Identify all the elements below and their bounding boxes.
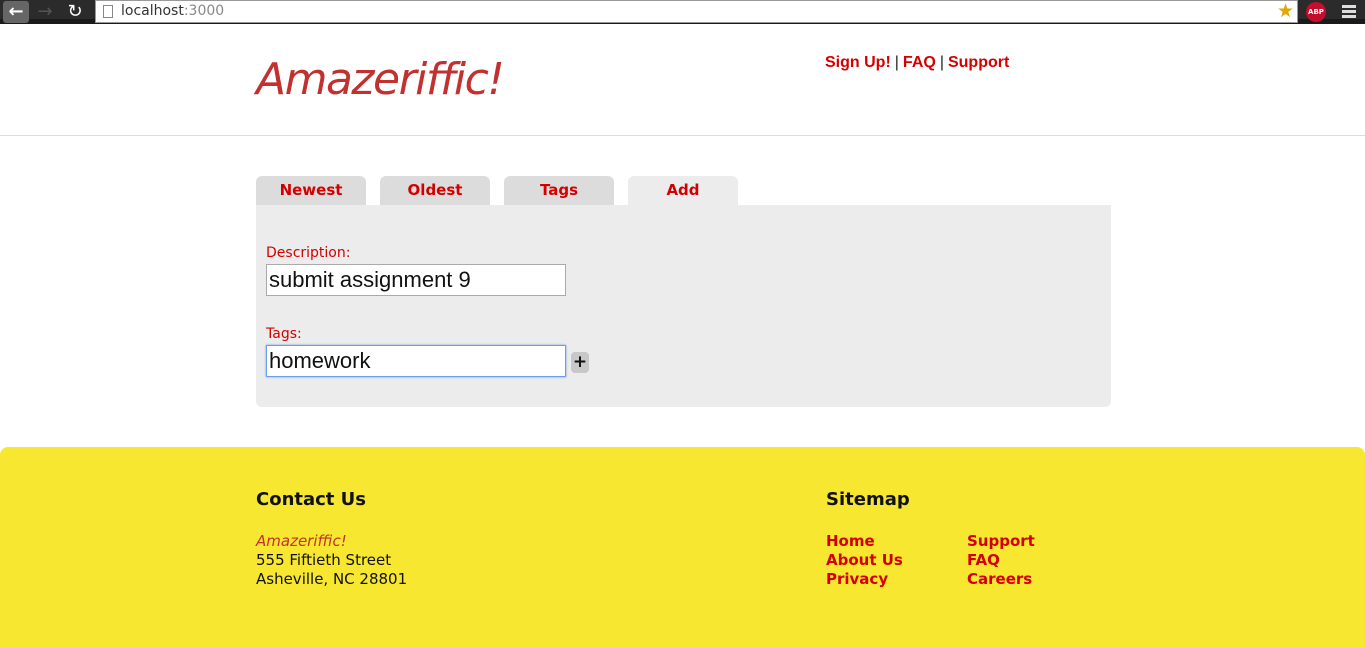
sitemap-privacy-link[interactable]: Privacy (826, 570, 903, 589)
sitemap-faq-link[interactable]: FAQ (967, 551, 1035, 570)
sitemap-careers-link[interactable]: Careers (967, 570, 1035, 589)
top-nav: Sign Up! | FAQ | Support (825, 54, 1010, 71)
sitemap-home-link[interactable]: Home (826, 532, 903, 551)
address-bar[interactable]: localhost:3000 ★ (95, 0, 1298, 23)
bookmark-star-icon[interactable]: ★ (1277, 0, 1294, 22)
sitemap-column-2: Support FAQ Careers (967, 532, 1035, 589)
faq-link[interactable]: FAQ (903, 54, 936, 71)
tab-add[interactable]: Add (628, 176, 738, 206)
site-logo[interactable]: Amazeriffic! (256, 54, 505, 105)
add-tag-button[interactable]: + (571, 352, 589, 373)
address-url: localhost:3000 (121, 3, 225, 19)
back-arrow-icon[interactable]: ← (3, 1, 29, 23)
tab-newest[interactable]: Newest (256, 176, 366, 205)
tags-label: Tags: (266, 326, 302, 342)
sitemap-heading: Sitemap (826, 489, 910, 510)
adblock-icon[interactable]: ABP (1306, 2, 1326, 22)
street-address: 555 Fiftieth Street (256, 551, 392, 569)
contact-address: Amazeriffic! 555 Fiftieth Street Ashevil… (256, 532, 407, 589)
signup-link[interactable]: Sign Up! (825, 54, 891, 71)
site-header: Amazeriffic! Sign Up! | FAQ | Support (0, 29, 1365, 136)
company-name: Amazeriffic! (256, 532, 347, 550)
sitemap-support-link[interactable]: Support (967, 532, 1035, 551)
support-link[interactable]: Support (948, 54, 1009, 71)
tags-input[interactable] (266, 345, 566, 377)
site-footer: Contact Us Amazeriffic! 555 Fiftieth Str… (0, 447, 1365, 648)
contact-heading: Contact Us (256, 489, 367, 510)
sitemap-column-1: Home About Us Privacy (826, 532, 903, 589)
description-input[interactable] (266, 264, 566, 296)
description-label: Description: (266, 245, 351, 261)
reload-icon[interactable]: ↻ (62, 1, 88, 23)
menu-icon[interactable] (1342, 5, 1356, 18)
tab-oldest[interactable]: Oldest (380, 176, 490, 205)
tab-tags[interactable]: Tags (504, 176, 614, 205)
city-address: Asheville, NC 28801 (256, 570, 408, 588)
add-panel: Description: Tags: + (256, 205, 1111, 407)
browser-toolbar: ← → ↻ localhost:3000 ★ ABP (0, 0, 1365, 24)
page-icon (103, 5, 113, 18)
sitemap-about-link[interactable]: About Us (826, 551, 903, 570)
forward-arrow-icon[interactable]: → (32, 1, 58, 23)
